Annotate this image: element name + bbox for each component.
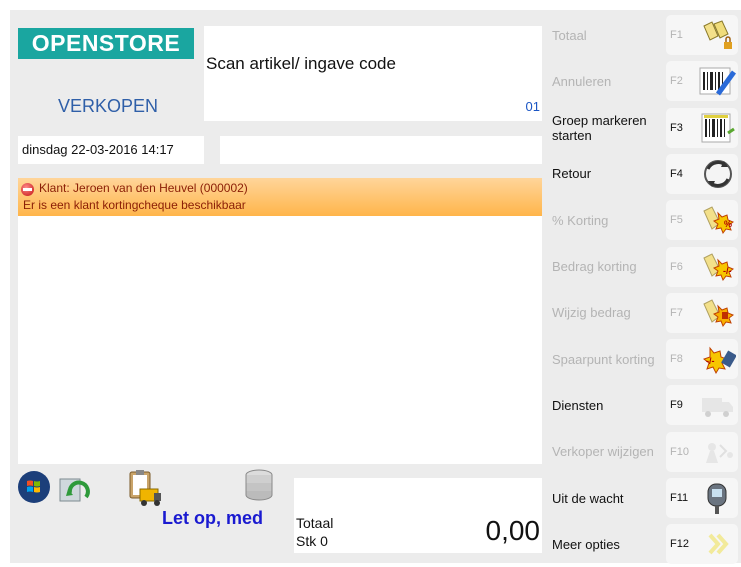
main-panel: OPENSTORE VERKOPEN Scan artikel/ ingave … xyxy=(10,10,741,565)
barcode-group-icon xyxy=(698,111,736,145)
sync-icon[interactable] xyxy=(56,473,90,507)
points-discount-icon: -/- xyxy=(698,342,737,376)
function-key-button[interactable]: F7 xyxy=(666,292,738,333)
function-key-button[interactable]: F10 xyxy=(666,431,738,472)
menu-item-label: Wijzig bedrag xyxy=(552,305,631,321)
menu-item-label: Diensten xyxy=(552,397,604,413)
quantity-value: 0 xyxy=(320,533,328,549)
total-label: Totaal xyxy=(296,515,334,531)
menu-item-label: Totaal xyxy=(552,27,587,43)
return-arrows-icon xyxy=(698,157,736,191)
menu-item-f7[interactable]: Wijzig bedrag F7 xyxy=(542,290,741,336)
menu-item-label: Verkoper wijzigen xyxy=(552,444,654,460)
function-key-button[interactable]: F6 -/- xyxy=(666,246,738,287)
menu-item-f4[interactable]: Retour F4 xyxy=(542,151,741,197)
warning-message: Let op, med xyxy=(162,508,264,528)
function-key-button[interactable]: F12 xyxy=(666,524,738,565)
function-key-label: F7 xyxy=(670,306,683,319)
menu-item-f9[interactable]: Diensten F9 xyxy=(542,382,741,428)
menu-item-label: % Korting xyxy=(552,212,609,228)
bag-amount-icon: -/- xyxy=(698,250,736,284)
function-key-label: F5 xyxy=(670,214,683,227)
function-key-button[interactable]: F9 xyxy=(666,385,738,426)
totals-panel: Totaal Stk 0 0,00 xyxy=(294,478,542,553)
menu-item-f12[interactable]: Meer opties F12 xyxy=(542,521,741,567)
bag-edit-icon xyxy=(698,296,736,330)
customer-name: Klant: Jeroen van den Heuvel (000002) xyxy=(39,181,248,195)
menu-item-label: Groep markeren starten xyxy=(552,112,647,143)
function-key-label: F8 xyxy=(670,353,683,366)
barcode-cancel-icon xyxy=(698,64,737,98)
function-key-button[interactable]: F3 xyxy=(666,107,738,148)
menu-item-f3[interactable]: Groep markeren starten F3 xyxy=(542,105,741,151)
clipboard-truck-icon[interactable] xyxy=(126,469,161,506)
scan-panel[interactable]: Scan artikel/ ingave code 01 xyxy=(204,26,542,121)
menu-item-f11[interactable]: Uit de wacht F11 xyxy=(542,475,741,521)
scan-code: 01 xyxy=(525,99,540,114)
menu-item-f10[interactable]: Verkoper wijzigen F10 xyxy=(542,429,741,475)
barcode-input[interactable] xyxy=(220,136,542,164)
function-key-button[interactable]: F2 xyxy=(666,61,738,102)
delivery-truck-icon xyxy=(698,388,736,422)
menu-item-label: Retour xyxy=(552,166,592,182)
svg-text:-/-: -/- xyxy=(706,356,715,366)
menu-item-f2[interactable]: Annuleren F2 xyxy=(542,58,741,104)
bag-percent-icon: % xyxy=(698,203,736,237)
function-key-label: F4 xyxy=(670,167,683,180)
function-key-label: F12 xyxy=(670,538,689,551)
windows-start-icon[interactable] xyxy=(18,471,50,503)
datetime-display: dinsdag 22-03-2016 14:17 xyxy=(18,136,204,164)
function-key-button[interactable]: F4 xyxy=(666,153,738,194)
function-key-label: F2 xyxy=(670,75,683,88)
menu-item-label: Bedrag korting xyxy=(552,259,637,274)
menu-item-label: Meer opties xyxy=(552,536,620,552)
parking-meter-icon xyxy=(698,481,736,515)
sale-lines-list[interactable]: Klant: Jeroen van den Heuvel (000002) Er… xyxy=(18,178,542,464)
customer-message: Er is een klant kortingcheque beschikbaa… xyxy=(23,198,246,212)
double-chevron-icon xyxy=(698,527,736,561)
pos-window: OPENSTORE VERKOPEN Scan artikel/ ingave … xyxy=(0,0,741,565)
function-key-label: F11 xyxy=(670,492,689,504)
function-key-button[interactable]: F8 -/- xyxy=(666,339,738,380)
section-title: VERKOPEN xyxy=(57,96,159,116)
svg-text:%: % xyxy=(724,219,732,229)
menu-item-f8[interactable]: Spaarpunt korting F8 -/- xyxy=(542,336,741,382)
menu-item-f5[interactable]: % Korting F5% xyxy=(542,197,741,243)
scan-label: Scan artikel/ ingave code xyxy=(206,54,396,73)
menu-item-label: Spaarpunt korting xyxy=(552,351,655,367)
menu-item-f6[interactable]: Bedrag korting F6 -/- xyxy=(542,244,741,290)
customer-info-bar[interactable]: Klant: Jeroen van den Heuvel (000002) Er… xyxy=(18,178,542,216)
function-key-label: F10 xyxy=(670,445,689,458)
function-key-button[interactable]: F1 xyxy=(666,15,738,55)
menu-item-f1[interactable]: Totaal F1 xyxy=(542,12,741,58)
stop-icon xyxy=(21,183,34,196)
function-key-button[interactable]: F5% xyxy=(666,200,738,241)
database-coins-icon[interactable] xyxy=(242,467,276,501)
openstore-logo: OPENSTORE xyxy=(18,28,194,59)
function-key-label: F3 xyxy=(670,121,683,134)
bags-lock-icon xyxy=(698,18,736,52)
function-key-label: F9 xyxy=(670,399,683,412)
total-amount: 0,00 xyxy=(485,515,541,546)
function-key-button[interactable]: F11 xyxy=(666,478,738,518)
menu-item-label: Annuleren xyxy=(552,73,612,89)
quantity-label: Stk xyxy=(296,533,317,549)
quantity-display: Stk 0 xyxy=(296,533,328,549)
svg-text:-/-: -/- xyxy=(723,266,732,276)
seller-change-icon xyxy=(698,435,736,469)
function-key-label: F1 xyxy=(670,29,683,41)
function-key-label: F6 xyxy=(670,260,683,273)
menu-item-label: Uit de wacht xyxy=(552,490,624,506)
